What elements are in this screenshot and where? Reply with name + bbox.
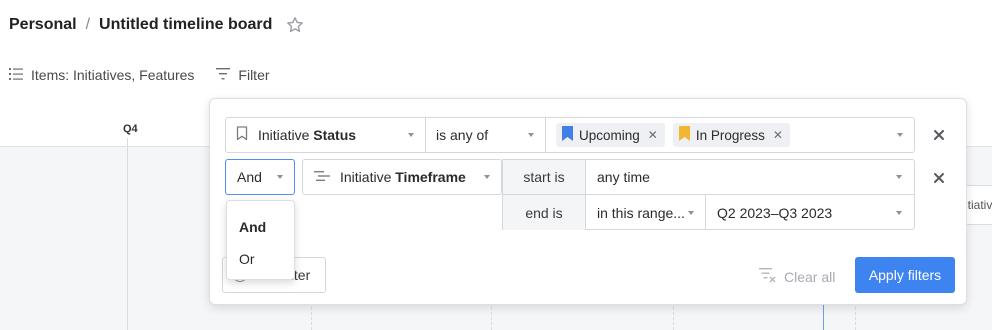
field-name: Timeframe (395, 169, 466, 185)
operator-label: is any of (436, 127, 489, 143)
conjunction-value: And (237, 169, 262, 185)
filter-panel: Initiative Status is any of Upcoming ✕ I… (209, 98, 967, 305)
filter-icon (216, 67, 231, 83)
bookmark-flag-icon (562, 126, 573, 144)
bookmark-icon (236, 126, 248, 144)
breadcrumb: Personal / Untitled timeline board (9, 14, 304, 36)
end-value: Q2 2023–Q3 2023 (717, 204, 833, 221)
remove-condition-icon[interactable] (932, 171, 946, 185)
board-toolbar: Items: Initiatives, Features Filter (9, 66, 270, 84)
end-operator-select[interactable]: in this range... (586, 195, 706, 230)
dropdown-option-or[interactable]: Or (227, 243, 294, 275)
value-chip-upcoming: Upcoming ✕ (556, 123, 665, 147)
items-selector[interactable]: Items: Initiatives, Features (9, 67, 194, 83)
conjunction-dropdown: And Or (226, 200, 295, 280)
chevron-down-icon (408, 133, 414, 137)
end-value-select[interactable]: Q2 2023–Q3 2023 (706, 195, 913, 230)
chevron-down-icon (896, 175, 902, 179)
end-row: end is in this range... Q2 2023–Q3 2023 (503, 195, 914, 230)
chevron-down-icon (484, 175, 490, 179)
chevron-down-icon (277, 175, 283, 179)
remove-chip-icon[interactable]: ✕ (648, 128, 658, 142)
start-value: any time (597, 169, 650, 185)
chevron-down-icon (528, 133, 534, 137)
clear-all-button[interactable]: Clear all (759, 267, 835, 286)
field-prefix: Initiative (340, 169, 392, 185)
breadcrumb-workspace[interactable]: Personal (9, 16, 77, 34)
start-label: start is (503, 160, 586, 194)
breadcrumb-separator: / (85, 16, 91, 33)
end-label: end is (503, 195, 586, 230)
chevron-down-icon (688, 210, 694, 215)
remove-chip-icon[interactable]: ✕ (773, 128, 783, 142)
start-value-select[interactable]: any time (586, 160, 913, 194)
list-icon (9, 67, 23, 83)
chevron-down-icon (897, 133, 903, 137)
items-label: Items: Initiatives, Features (31, 67, 195, 83)
clear-filter-icon (759, 267, 777, 286)
filter-condition-status: Initiative Status is any of Upcoming ✕ I… (225, 117, 915, 153)
timeframe-range: start is any time end is in this range..… (502, 159, 915, 230)
filter-toggle[interactable]: Filter (216, 67, 270, 83)
field-prefix: Initiative (258, 127, 310, 143)
status-values-select[interactable]: Upcoming ✕ In Progress ✕ (545, 118, 914, 152)
remove-condition-icon[interactable] (932, 128, 946, 142)
board-title[interactable]: Untitled timeline board (99, 16, 272, 34)
quarter-label: Q4 (123, 123, 138, 135)
operator-select[interactable]: is any of (425, 118, 545, 152)
filter-label: Filter (238, 67, 270, 83)
field-select-timeframe[interactable]: Initiative Timeframe (302, 159, 502, 195)
dropdown-option-and[interactable]: And (227, 211, 294, 243)
favorite-star-icon[interactable] (286, 16, 304, 34)
conjunction-select[interactable]: And (225, 159, 295, 195)
field-select-status[interactable]: Initiative Status (226, 118, 425, 152)
chip-label: Upcoming (579, 127, 640, 143)
timeframe-icon (314, 169, 330, 185)
value-chip-in-progress: In Progress ✕ (672, 123, 790, 147)
chip-label: In Progress (695, 127, 765, 143)
quarter-divider (127, 138, 128, 330)
field-name: Status (313, 127, 357, 143)
end-operator: in this range... (597, 204, 685, 221)
clear-all-label: Clear all (784, 268, 836, 285)
bookmark-flag-icon (678, 126, 690, 144)
apply-filters-button[interactable]: Apply filters (855, 257, 955, 293)
start-row: start is any time (503, 160, 914, 195)
chevron-down-icon (896, 210, 902, 215)
